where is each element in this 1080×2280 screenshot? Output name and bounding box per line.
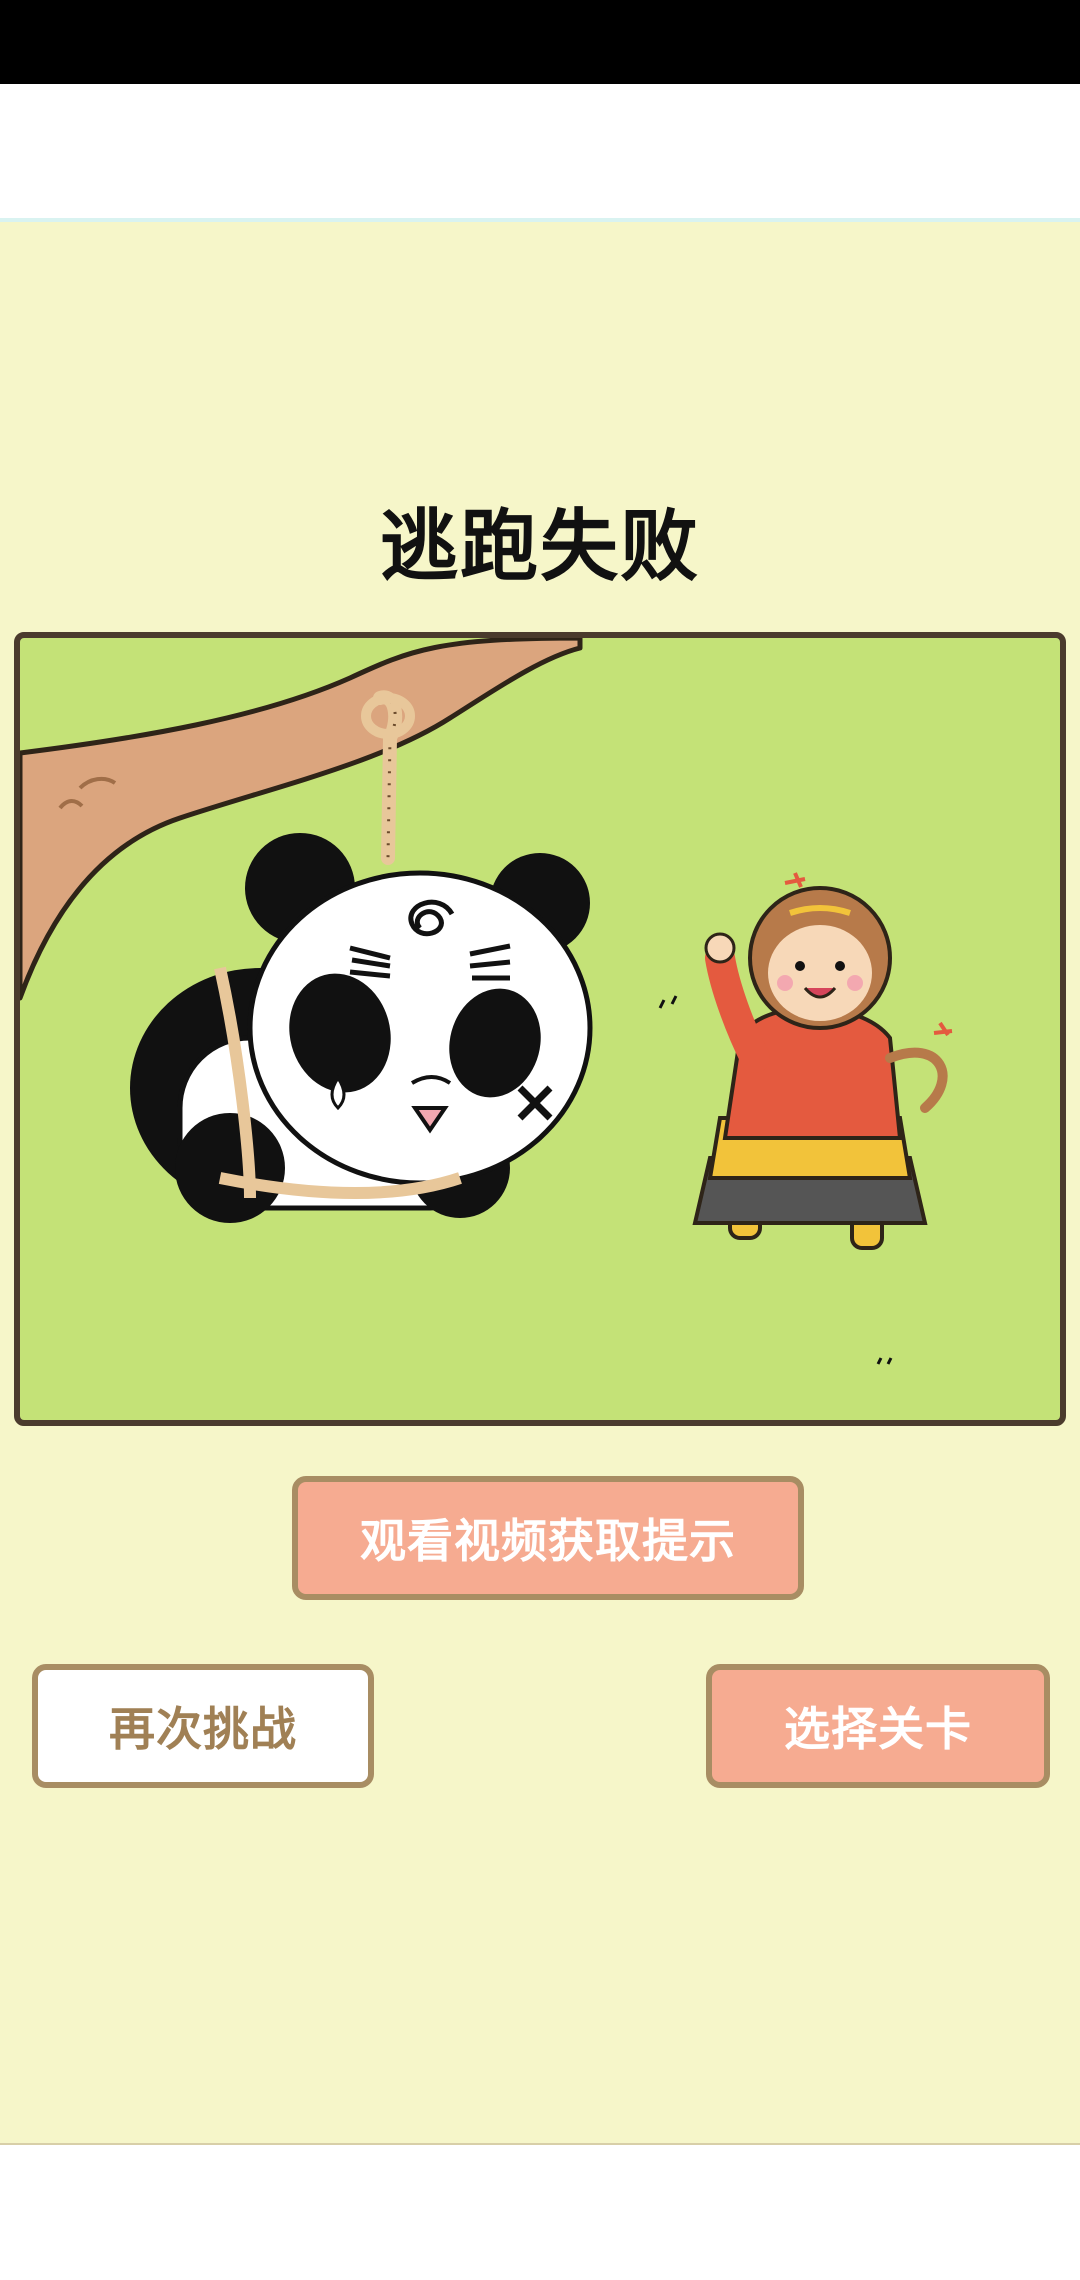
top-blank-band — [0, 84, 1080, 218]
retry-button[interactable]: 再次挑战 — [32, 1664, 374, 1788]
watch-video-hint-button[interactable]: 观看视频获取提示 — [292, 1476, 804, 1600]
panda — [130, 833, 593, 1223]
scene-drawing — [20, 638, 953, 1365]
failure-illustration — [14, 632, 1066, 1426]
bottom-blank-band — [0, 2145, 1080, 2280]
result-title: 逃跑失败 — [379, 502, 700, 592]
monkey-king — [692, 872, 953, 1250]
status-bar — [0, 0, 1080, 84]
select-level-button[interactable]: 选择关卡 — [706, 1664, 1050, 1788]
